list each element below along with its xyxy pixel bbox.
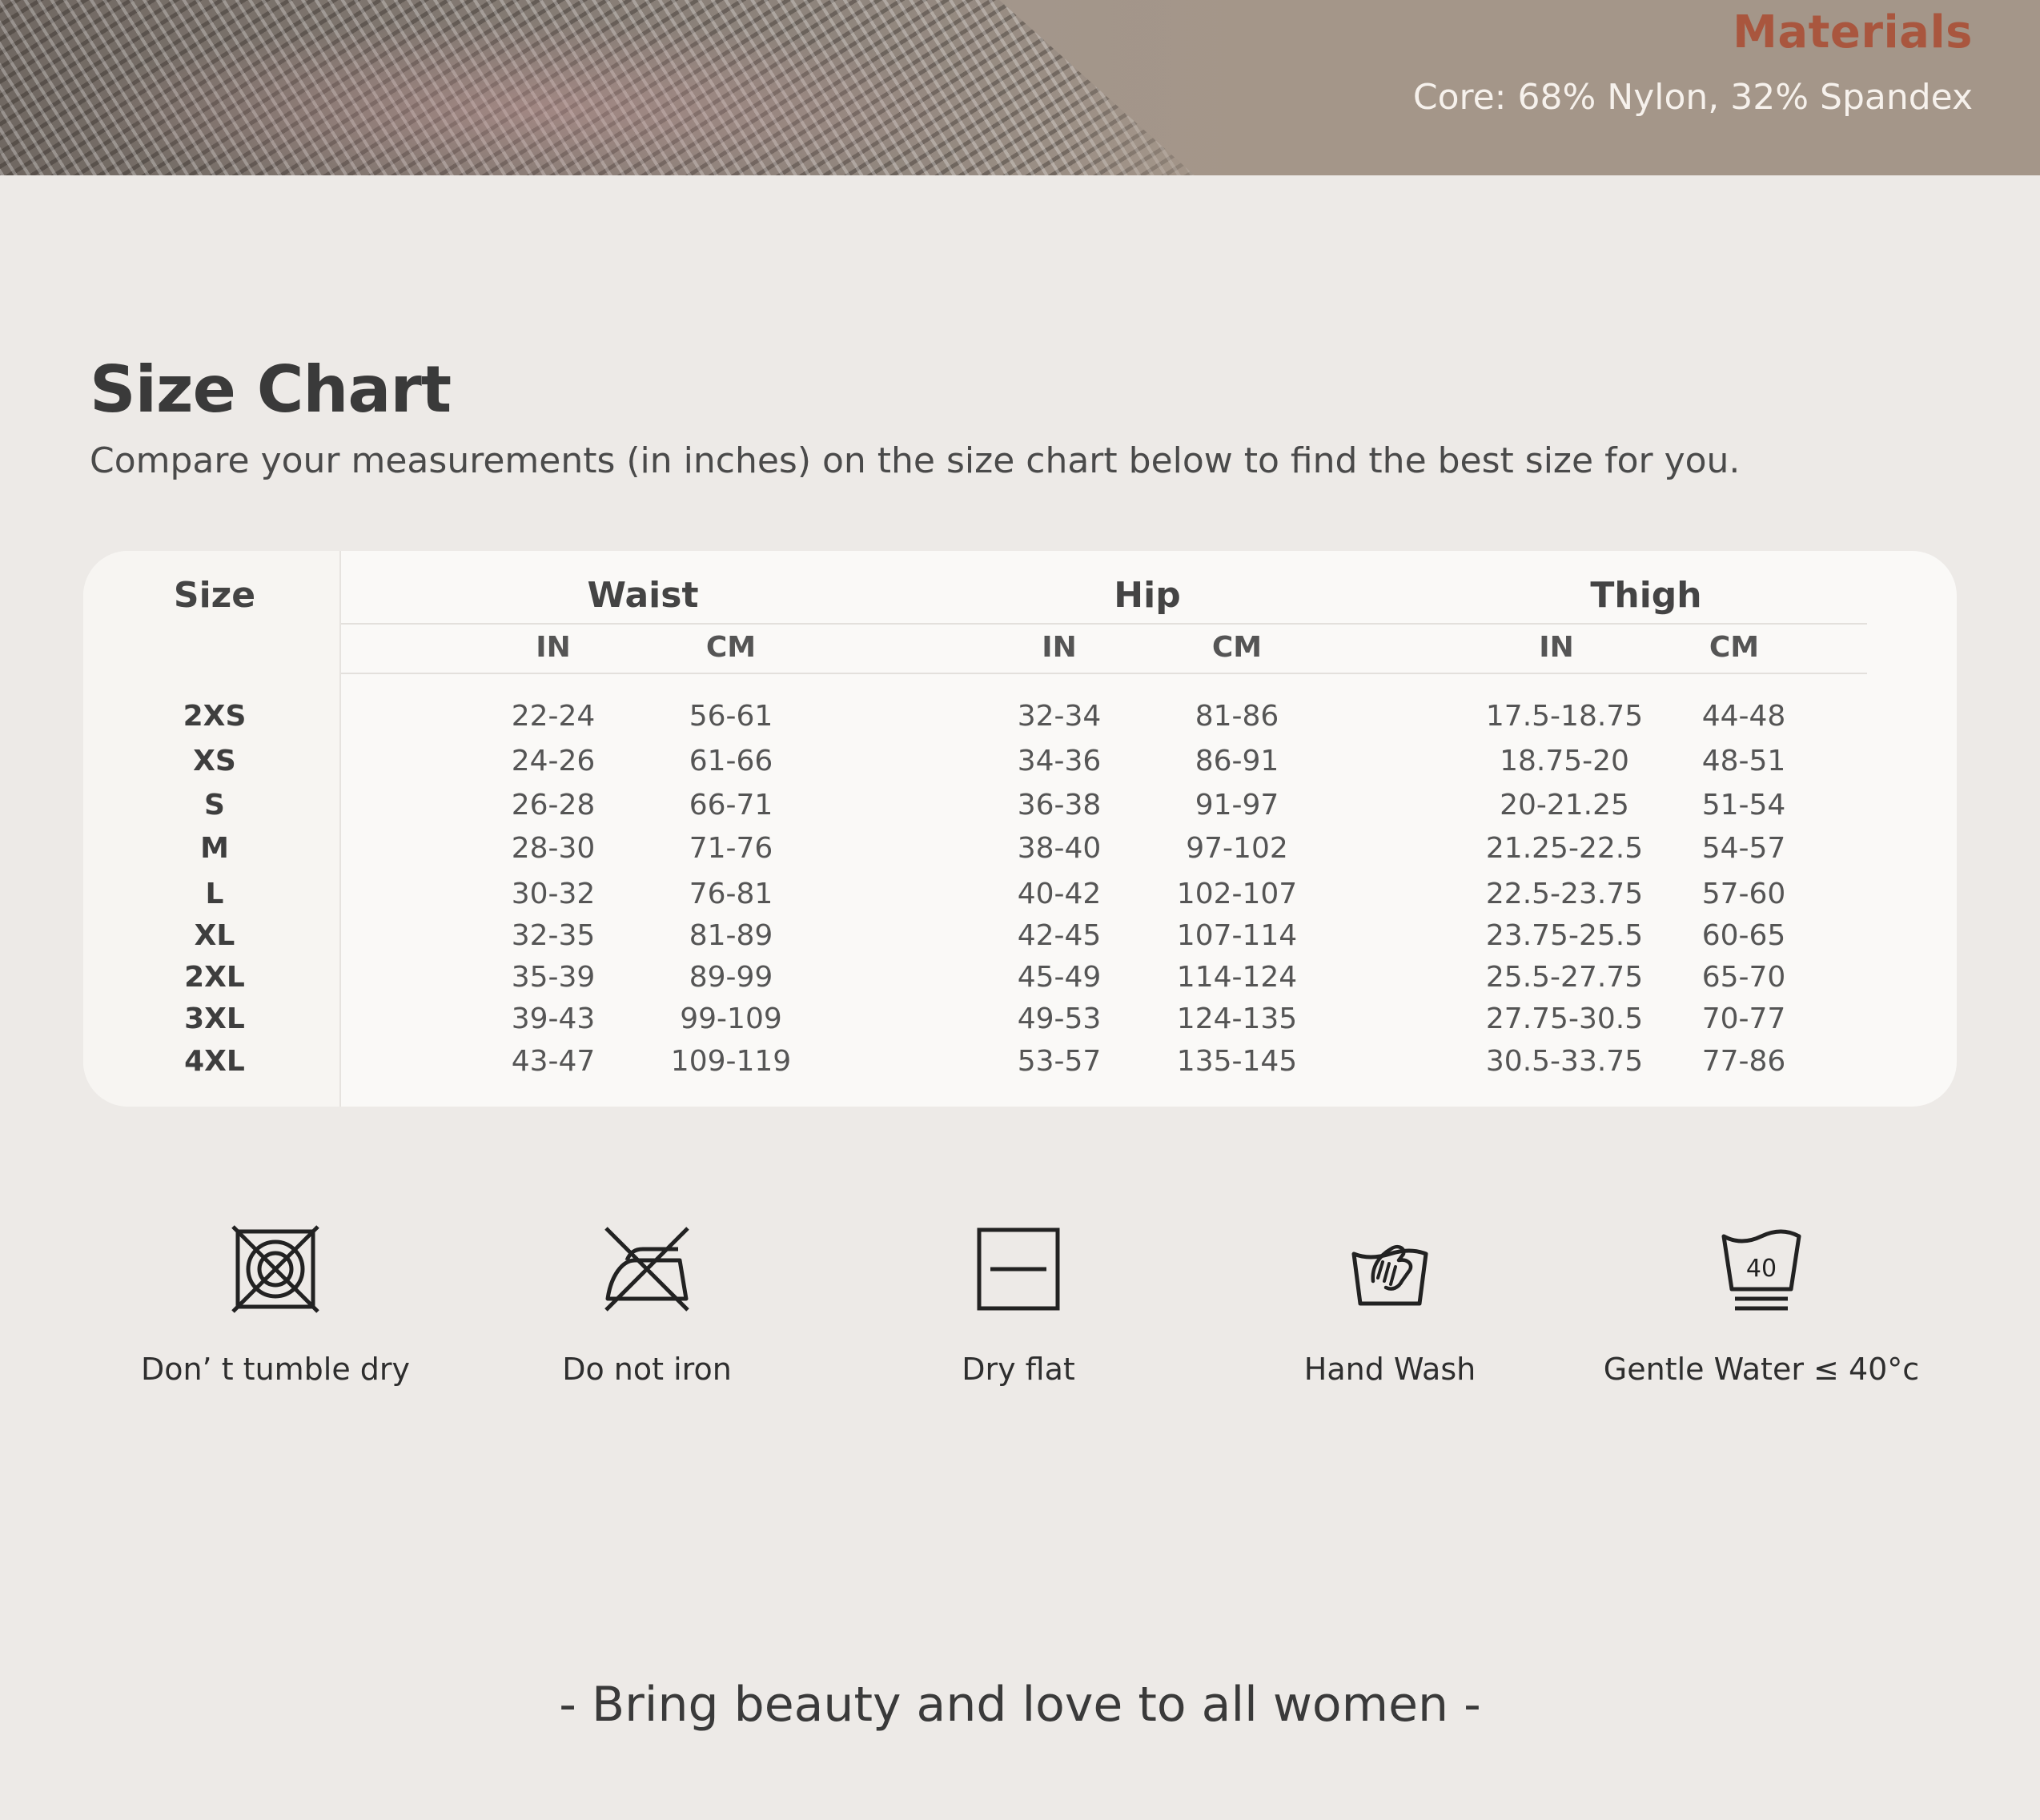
table-cell: 48-51 (1701, 745, 1786, 777)
table-cell: 49-53 (1017, 1002, 1102, 1035)
unit-header: IN (1042, 631, 1077, 664)
table-cell: 44-48 (1701, 700, 1786, 733)
table-cell: 22.5-23.75 (1485, 878, 1644, 910)
care-item: 40 Gentle Water ≤ 40°c (1577, 1225, 1946, 1387)
care-label: Dry flat (962, 1352, 1075, 1387)
hip-header: Hip (1114, 575, 1181, 616)
care-label: Don’ t tumble dry (140, 1352, 411, 1387)
size-label: XL (194, 919, 235, 952)
table-cell: 70-77 (1701, 1002, 1786, 1035)
do-not-iron-icon (604, 1227, 689, 1312)
table-cell: 32-34 (1017, 700, 1102, 733)
table-cell: 35-39 (511, 961, 596, 994)
table-cell: 56-61 (689, 700, 773, 733)
table-cell: 27.75-30.5 (1485, 1002, 1644, 1035)
table-cell: 34-36 (1017, 745, 1102, 777)
materials-core: Core: 68% Nylon, 32% Spandex (1412, 77, 1973, 118)
table-cell: 32-35 (511, 919, 596, 952)
table-cell: 109-119 (670, 1045, 792, 1078)
size-label: XS (193, 745, 236, 777)
table-cell: 30-32 (511, 878, 596, 910)
table-cell: 76-81 (689, 878, 773, 910)
no-tumble-dry-icon (231, 1225, 319, 1313)
table-cell: 86-91 (1195, 745, 1279, 777)
table-cell: 81-86 (1195, 700, 1279, 733)
table-cell: 26-28 (511, 789, 596, 822)
unit-header: IN (536, 631, 571, 664)
size-chart-table: Size Waist Hip Thigh IN CM IN CM IN CM 2… (83, 551, 1957, 1107)
table-cell: 91-97 (1195, 789, 1279, 822)
table-cell: 17.5-18.75 (1485, 700, 1644, 733)
footer-tagline: - Bring beauty and love to all women - (559, 1677, 1481, 1733)
size-label: S (204, 789, 225, 822)
table-cell: 97-102 (1186, 832, 1288, 865)
table-cell: 65-70 (1701, 961, 1786, 994)
thigh-header: Thigh (1590, 575, 1702, 616)
table-cell: 21.25-22.5 (1485, 832, 1644, 865)
subheader-divider (341, 673, 1867, 674)
table-cell: 43-47 (511, 1045, 596, 1078)
table-cell: 107-114 (1176, 919, 1298, 952)
table-cell: 40-42 (1017, 878, 1102, 910)
table-cell: 39-43 (511, 1002, 596, 1035)
care-label: Do not iron (562, 1352, 732, 1387)
table-cell: 77-86 (1701, 1045, 1786, 1078)
table-cell: 28-30 (511, 832, 596, 865)
table-cell: 30.5-33.75 (1485, 1045, 1644, 1078)
table-cell: 114-124 (1176, 961, 1298, 994)
unit-header: CM (1709, 631, 1760, 664)
table-cell: 71-76 (689, 832, 773, 865)
dry-flat-icon (977, 1227, 1060, 1311)
table-cell: 66-71 (689, 789, 773, 822)
table-cell: 18.75-20 (1500, 745, 1629, 777)
table-cell: 135-145 (1176, 1045, 1298, 1078)
table-cell: 22-24 (511, 700, 596, 733)
table-cell: 60-65 (1701, 919, 1786, 952)
table-cell: 38-40 (1017, 832, 1102, 865)
size-header: Size (173, 575, 256, 616)
care-item: Do not iron (463, 1225, 831, 1387)
size-label: 2XL (184, 961, 245, 994)
unit-header: CM (1211, 631, 1263, 664)
page-subtitle: Compare your measurements (in inches) on… (90, 440, 1741, 481)
care-item: Hand Wash (1206, 1225, 1574, 1387)
table-cell: 54-57 (1701, 832, 1786, 865)
size-label: 4XL (184, 1045, 245, 1078)
table-cell: 20-21.25 (1500, 789, 1629, 822)
table-cell: 42-45 (1017, 919, 1102, 952)
page-title: Size Chart (90, 352, 452, 427)
table-cell: 81-89 (689, 919, 773, 952)
size-label: 2XS (183, 700, 247, 733)
table-cell: 36-38 (1017, 789, 1102, 822)
table-cell: 89-99 (689, 961, 773, 994)
table-cell: 51-54 (1701, 789, 1786, 822)
table-cell: 45-49 (1017, 961, 1102, 994)
hand-wash-icon (1351, 1244, 1428, 1306)
size-label: 3XL (184, 1002, 245, 1035)
wash-40-icon: 40 (1721, 1229, 1801, 1311)
care-label: Gentle Water ≤ 40°c (1603, 1352, 1920, 1387)
table-cell: 53-57 (1017, 1045, 1102, 1078)
table-cell: 99-109 (680, 1002, 782, 1035)
table-cell: 25.5-27.75 (1485, 961, 1644, 994)
materials-banner: Materials Core: 68% Nylon, 32% Spandex (0, 0, 2040, 175)
waist-header: Waist (587, 575, 699, 616)
table-cell: 61-66 (689, 745, 773, 777)
wash-temperature: 40 (1746, 1255, 1777, 1283)
header-divider (341, 623, 1867, 625)
table-cell: 102-107 (1176, 878, 1298, 910)
table-cell: 23.75-25.5 (1485, 919, 1644, 952)
table-cell: 57-60 (1701, 878, 1786, 910)
table-cell: 124-135 (1176, 1002, 1298, 1035)
care-item: Don’ t tumble dry (91, 1225, 460, 1387)
care-item: Dry flat (834, 1225, 1203, 1387)
unit-header: CM (705, 631, 757, 664)
materials-title: Materials (1733, 6, 1973, 58)
care-label: Hand Wash (1303, 1352, 1476, 1387)
size-label: L (205, 878, 224, 910)
unit-header: IN (1539, 631, 1574, 664)
size-label: M (200, 832, 229, 865)
table-cell: 24-26 (511, 745, 596, 777)
